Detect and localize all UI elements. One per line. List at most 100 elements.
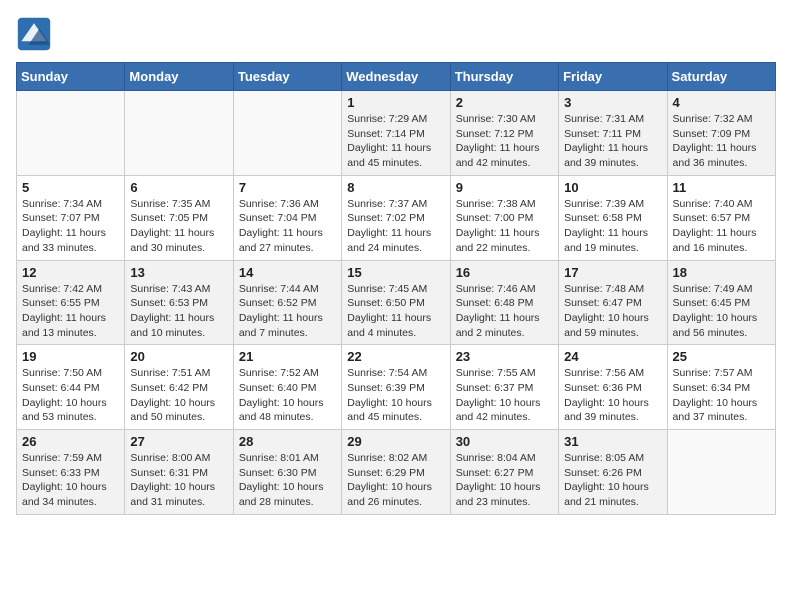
calendar-cell: 12 Sunrise: 7:42 AM Sunset: 6:55 PM Dayli… <box>17 260 125 345</box>
calendar-cell: 17Sunrise: 7:48 AM Sunset: 6:47 PM Dayli… <box>559 260 667 345</box>
calendar-week-row: 26 Sunrise: 7:59 AM Sunset: 6:33 PM Dayli… <box>17 430 776 515</box>
day-number: 14 <box>239 265 336 280</box>
calendar-cell <box>125 91 233 176</box>
calendar-cell: 5 Sunrise: 7:34 AM Sunset: 7:07 PM Daylig… <box>17 175 125 260</box>
day-number: 18 <box>673 265 770 280</box>
calendar-cell: 30 Sunrise: 8:04 AM Sunset: 6:27 PM Dayli… <box>450 430 558 515</box>
calendar-cell: 4 Sunrise: 7:32 AM Sunset: 7:09 PM Daylig… <box>667 91 775 176</box>
day-number: 16 <box>456 265 553 280</box>
calendar-cell: 20 Sunrise: 7:51 AM Sunset: 6:42 PM Dayli… <box>125 345 233 430</box>
day-info: Sunrise: 7:34 AM Sunset: 7:07 PM Dayligh… <box>22 197 119 256</box>
day-info: Sunrise: 8:02 AM Sunset: 6:29 PM Dayligh… <box>347 451 444 510</box>
day-info: Sunrise: 8:00 AM Sunset: 6:31 PM Dayligh… <box>130 451 227 510</box>
day-info: Sunrise: 7:44 AM Sunset: 6:52 PM Dayligh… <box>239 282 336 341</box>
calendar-cell: 6 Sunrise: 7:35 AM Sunset: 7:05 PM Daylig… <box>125 175 233 260</box>
calendar-header-row: SundayMondayTuesdayWednesdayThursdayFrid… <box>17 63 776 91</box>
day-info: Sunrise: 7:56 AM Sunset: 6:36 PM Dayligh… <box>564 366 661 425</box>
day-info: Sunrise: 7:46 AM Sunset: 6:48 PM Dayligh… <box>456 282 553 341</box>
day-info: Sunrise: 7:45 AM Sunset: 6:50 PM Dayligh… <box>347 282 444 341</box>
day-info: Sunrise: 7:35 AM Sunset: 7:05 PM Dayligh… <box>130 197 227 256</box>
calendar-cell <box>233 91 341 176</box>
calendar-cell: 16 Sunrise: 7:46 AM Sunset: 6:48 PM Dayli… <box>450 260 558 345</box>
day-number: 1 <box>347 95 444 110</box>
day-info: Sunrise: 7:37 AM Sunset: 7:02 PM Dayligh… <box>347 197 444 256</box>
day-info: Sunrise: 7:57 AM Sunset: 6:34 PM Dayligh… <box>673 366 770 425</box>
day-number: 3 <box>564 95 661 110</box>
calendar-cell: 8 Sunrise: 7:37 AM Sunset: 7:02 PM Daylig… <box>342 175 450 260</box>
calendar-cell <box>17 91 125 176</box>
day-info: Sunrise: 7:59 AM Sunset: 6:33 PM Dayligh… <box>22 451 119 510</box>
day-number: 4 <box>673 95 770 110</box>
day-info: Sunrise: 7:31 AM Sunset: 7:11 PM Dayligh… <box>564 112 661 171</box>
calendar-cell: 31Sunrise: 8:05 AM Sunset: 6:26 PM Dayli… <box>559 430 667 515</box>
day-number: 20 <box>130 349 227 364</box>
day-info: Sunrise: 7:51 AM Sunset: 6:42 PM Dayligh… <box>130 366 227 425</box>
day-number: 5 <box>22 180 119 195</box>
day-number: 21 <box>239 349 336 364</box>
calendar-cell: 14 Sunrise: 7:44 AM Sunset: 6:52 PM Dayli… <box>233 260 341 345</box>
calendar-cell: 10Sunrise: 7:39 AM Sunset: 6:58 PM Dayli… <box>559 175 667 260</box>
calendar-cell: 15Sunrise: 7:45 AM Sunset: 6:50 PM Dayli… <box>342 260 450 345</box>
day-number: 7 <box>239 180 336 195</box>
calendar-cell: 28 Sunrise: 8:01 AM Sunset: 6:30 PM Dayli… <box>233 430 341 515</box>
calendar-dow-monday: Monday <box>125 63 233 91</box>
day-info: Sunrise: 7:36 AM Sunset: 7:04 PM Dayligh… <box>239 197 336 256</box>
day-info: Sunrise: 7:38 AM Sunset: 7:00 PM Dayligh… <box>456 197 553 256</box>
day-number: 28 <box>239 434 336 449</box>
calendar-week-row: 19 Sunrise: 7:50 AM Sunset: 6:44 PM Dayli… <box>17 345 776 430</box>
calendar-cell: 13 Sunrise: 7:43 AM Sunset: 6:53 PM Dayli… <box>125 260 233 345</box>
day-number: 19 <box>22 349 119 364</box>
day-number: 13 <box>130 265 227 280</box>
day-number: 26 <box>22 434 119 449</box>
day-number: 30 <box>456 434 553 449</box>
calendar-cell: 27 Sunrise: 8:00 AM Sunset: 6:31 PM Dayli… <box>125 430 233 515</box>
calendar-dow-wednesday: Wednesday <box>342 63 450 91</box>
day-info: Sunrise: 8:04 AM Sunset: 6:27 PM Dayligh… <box>456 451 553 510</box>
calendar-cell: 26 Sunrise: 7:59 AM Sunset: 6:33 PM Dayli… <box>17 430 125 515</box>
calendar-cell: 19 Sunrise: 7:50 AM Sunset: 6:44 PM Dayli… <box>17 345 125 430</box>
calendar-cell: 25Sunrise: 7:57 AM Sunset: 6:34 PM Dayli… <box>667 345 775 430</box>
day-info: Sunrise: 7:29 AM Sunset: 7:14 PM Dayligh… <box>347 112 444 171</box>
day-number: 2 <box>456 95 553 110</box>
calendar-cell: 11 Sunrise: 7:40 AM Sunset: 6:57 PM Dayli… <box>667 175 775 260</box>
day-info: Sunrise: 7:42 AM Sunset: 6:55 PM Dayligh… <box>22 282 119 341</box>
calendar-week-row: 1 Sunrise: 7:29 AM Sunset: 7:14 PM Daylig… <box>17 91 776 176</box>
day-number: 23 <box>456 349 553 364</box>
calendar-cell: 2 Sunrise: 7:30 AM Sunset: 7:12 PM Daylig… <box>450 91 558 176</box>
day-info: Sunrise: 7:49 AM Sunset: 6:45 PM Dayligh… <box>673 282 770 341</box>
day-info: Sunrise: 8:05 AM Sunset: 6:26 PM Dayligh… <box>564 451 661 510</box>
calendar-cell: 23 Sunrise: 7:55 AM Sunset: 6:37 PM Dayli… <box>450 345 558 430</box>
day-info: Sunrise: 7:30 AM Sunset: 7:12 PM Dayligh… <box>456 112 553 171</box>
calendar-cell: 9 Sunrise: 7:38 AM Sunset: 7:00 PM Daylig… <box>450 175 558 260</box>
day-info: Sunrise: 8:01 AM Sunset: 6:30 PM Dayligh… <box>239 451 336 510</box>
calendar-cell: 3 Sunrise: 7:31 AM Sunset: 7:11 PM Daylig… <box>559 91 667 176</box>
day-number: 12 <box>22 265 119 280</box>
page-header <box>16 16 776 52</box>
day-number: 29 <box>347 434 444 449</box>
calendar-dow-saturday: Saturday <box>667 63 775 91</box>
day-number: 17 <box>564 265 661 280</box>
day-info: Sunrise: 7:55 AM Sunset: 6:37 PM Dayligh… <box>456 366 553 425</box>
day-info: Sunrise: 7:52 AM Sunset: 6:40 PM Dayligh… <box>239 366 336 425</box>
calendar-week-row: 5 Sunrise: 7:34 AM Sunset: 7:07 PM Daylig… <box>17 175 776 260</box>
day-number: 8 <box>347 180 444 195</box>
calendar-cell: 7 Sunrise: 7:36 AM Sunset: 7:04 PM Daylig… <box>233 175 341 260</box>
calendar-cell: 24 Sunrise: 7:56 AM Sunset: 6:36 PM Dayli… <box>559 345 667 430</box>
day-info: Sunrise: 7:40 AM Sunset: 6:57 PM Dayligh… <box>673 197 770 256</box>
day-number: 10 <box>564 180 661 195</box>
calendar-cell: 29 Sunrise: 8:02 AM Sunset: 6:29 PM Dayli… <box>342 430 450 515</box>
calendar-cell <box>667 430 775 515</box>
day-info: Sunrise: 7:50 AM Sunset: 6:44 PM Dayligh… <box>22 366 119 425</box>
logo <box>16 16 56 52</box>
calendar-cell: 1 Sunrise: 7:29 AM Sunset: 7:14 PM Daylig… <box>342 91 450 176</box>
calendar-cell: 18 Sunrise: 7:49 AM Sunset: 6:45 PM Dayli… <box>667 260 775 345</box>
day-number: 9 <box>456 180 553 195</box>
day-info: Sunrise: 7:54 AM Sunset: 6:39 PM Dayligh… <box>347 366 444 425</box>
day-info: Sunrise: 7:43 AM Sunset: 6:53 PM Dayligh… <box>130 282 227 341</box>
day-number: 24 <box>564 349 661 364</box>
day-number: 27 <box>130 434 227 449</box>
day-number: 11 <box>673 180 770 195</box>
logo-icon <box>16 16 52 52</box>
day-info: Sunrise: 7:32 AM Sunset: 7:09 PM Dayligh… <box>673 112 770 171</box>
day-number: 6 <box>130 180 227 195</box>
